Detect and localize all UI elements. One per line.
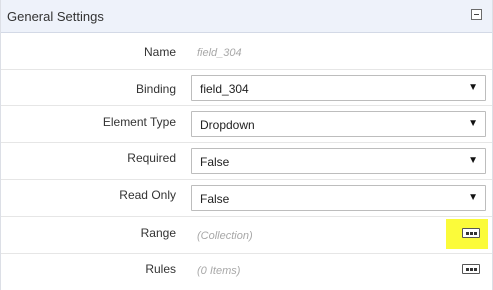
- rules-value: (0 Items): [197, 265, 241, 277]
- chevron-down-icon: ▼: [468, 192, 478, 203]
- chevron-down-icon: ▼: [468, 82, 478, 93]
- element-type-value: Dropdown: [200, 118, 255, 132]
- collapse-icon[interactable]: [471, 9, 482, 20]
- row-element-type: Element Type Dropdown ▼: [1, 106, 492, 143]
- range-ellipsis-icon[interactable]: [462, 228, 480, 238]
- element-type-label: Element Type: [102, 115, 176, 129]
- panel-header: General Settings: [1, 0, 492, 33]
- required-label: Required: [127, 151, 176, 165]
- panel-title: General Settings: [7, 9, 104, 24]
- row-rules: Rules (0 Items): [1, 254, 492, 290]
- read-only-select[interactable]: False ▼: [191, 185, 486, 211]
- name-label: Name: [143, 45, 176, 59]
- required-value: False: [200, 155, 230, 169]
- element-type-select[interactable]: Dropdown ▼: [191, 111, 486, 137]
- row-read-only: Read Only False ▼: [1, 180, 492, 217]
- general-settings-panel: General Settings Name field_304 Binding …: [0, 0, 493, 290]
- rules-label: Rules: [145, 262, 176, 276]
- row-required: Required False ▼: [1, 143, 492, 180]
- required-select[interactable]: False ▼: [191, 148, 486, 174]
- chevron-down-icon: ▼: [468, 155, 478, 166]
- row-name: Name field_304: [1, 33, 492, 70]
- read-only-value: False: [200, 192, 230, 206]
- row-range: Range (Collection): [1, 217, 492, 254]
- binding-label: Binding: [135, 82, 176, 96]
- binding-value: field_304: [200, 82, 249, 96]
- rules-ellipsis-icon[interactable]: [462, 264, 480, 274]
- range-value: (Collection): [197, 230, 253, 242]
- chevron-down-icon: ▼: [468, 118, 478, 129]
- range-label: Range: [140, 226, 176, 240]
- read-only-label: Read Only: [119, 188, 176, 202]
- binding-select[interactable]: field_304 ▼: [191, 75, 486, 101]
- name-value[interactable]: field_304: [197, 47, 242, 59]
- row-binding: Binding field_304 ▼: [1, 70, 492, 106]
